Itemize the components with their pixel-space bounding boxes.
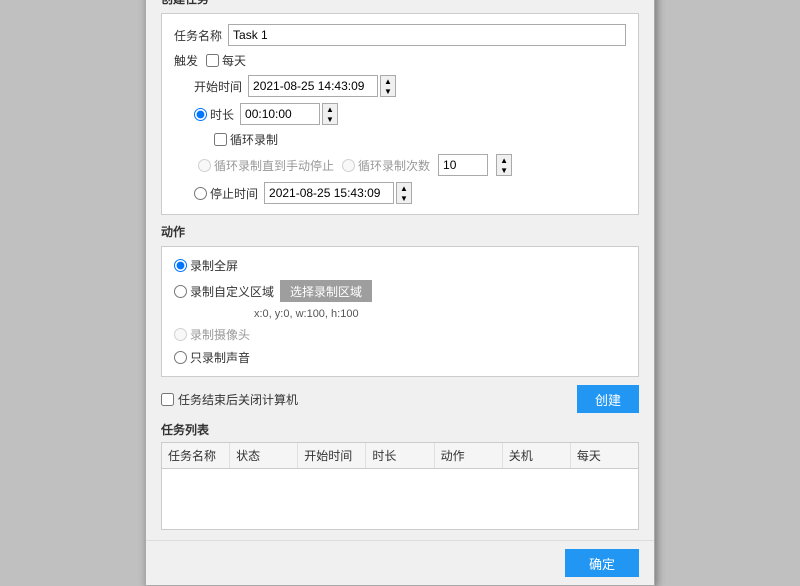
loop-until-stop-radio[interactable]	[198, 159, 211, 172]
table-body	[162, 469, 638, 529]
duration-wrap: ▲ ▼	[240, 103, 338, 125]
duration-radio[interactable]	[194, 108, 207, 121]
table-header: 任务名称 状态 开始时间 时长 动作 关机 每天	[162, 443, 638, 469]
coords-text: x:0, y:0, w:100, h:100	[254, 308, 359, 320]
record-custom-radio[interactable]	[174, 285, 187, 298]
record-audio-radio[interactable]	[174, 351, 187, 364]
record-fullscreen-text: 录制全屏	[190, 257, 238, 274]
loop-options-row: 循环录制直到手动停止 循环录制次数 ▲ ▼	[198, 154, 626, 176]
create-task-section-label: 创建任务	[161, 0, 639, 7]
action-panel: 录制全屏 录制自定义区域 选择录制区域 x:0, y:0, w:100, h:1…	[161, 246, 639, 377]
loop-count-spinner: ▲ ▼	[496, 154, 512, 176]
task-name-row: 任务名称	[174, 24, 626, 46]
start-time-down[interactable]: ▼	[381, 86, 395, 96]
bottom-row: 任务结束后关闭计算机 创建	[161, 385, 639, 413]
task-name-label: 任务名称	[174, 27, 222, 44]
stop-time-wrap: ▲ ▼	[264, 182, 412, 204]
duration-down[interactable]: ▼	[323, 114, 337, 124]
loop-text: 循环录制	[230, 131, 278, 148]
record-audio-text: 只录制声音	[190, 349, 250, 366]
col-action: 动作	[435, 443, 503, 468]
start-time-up[interactable]: ▲	[381, 76, 395, 86]
loop-check-row: 循环录制	[214, 131, 626, 148]
duration-radio-label[interactable]: 时长	[194, 106, 234, 123]
col-status: 状态	[230, 443, 298, 468]
loop-count-radio[interactable]	[342, 159, 355, 172]
col-shutdown: 关机	[503, 443, 571, 468]
record-audio-radio-label[interactable]: 只录制声音	[174, 349, 250, 366]
stop-time-label: 停止时间	[210, 185, 258, 202]
start-time-input[interactable]	[248, 75, 378, 97]
stop-time-radio[interactable]	[194, 187, 207, 200]
stop-time-row: 停止时间 ▲ ▼	[194, 182, 626, 204]
record-custom-text: 录制自定义区域	[190, 283, 274, 300]
loop-count-text: 循环录制次数	[358, 157, 430, 174]
create-task-panel: 任务名称 触发 每天 开始时间 ▲ ▼	[161, 13, 639, 215]
record-camera-text: 录制摄像头	[190, 326, 250, 343]
loop-count-input[interactable]	[438, 154, 488, 176]
stop-time-radio-label[interactable]: 停止时间	[194, 185, 258, 202]
duration-up[interactable]: ▲	[323, 104, 337, 114]
col-everyday: 每天	[571, 443, 638, 468]
record-audio-row: 只录制声音	[174, 349, 626, 366]
start-time-spinner: ▲ ▼	[380, 75, 396, 97]
stop-time-up[interactable]: ▲	[397, 183, 411, 193]
col-task-name: 任务名称	[162, 443, 230, 468]
loop-until-stop-label[interactable]: 循环录制直到手动停止	[198, 157, 334, 174]
task-name-input[interactable]	[228, 24, 626, 46]
shutdown-text: 任务结束后关闭计算机	[178, 391, 298, 408]
loop-count-label[interactable]: 循环录制次数	[342, 157, 430, 174]
record-fullscreen-row: 录制全屏	[174, 257, 626, 274]
loop-until-stop-text: 循环录制直到手动停止	[214, 157, 334, 174]
select-area-button[interactable]: 选择录制区域	[280, 280, 372, 302]
stop-time-spinner: ▲ ▼	[396, 182, 412, 204]
every-day-check-label[interactable]: 每天	[206, 52, 246, 69]
stop-time-input[interactable]	[264, 182, 394, 204]
stop-time-down[interactable]: ▼	[397, 193, 411, 203]
ok-button[interactable]: 确定	[565, 549, 639, 577]
duration-spinner: ▲ ▼	[322, 103, 338, 125]
every-day-checkbox[interactable]	[206, 54, 219, 67]
duration-row: 时长 ▲ ▼	[194, 103, 626, 125]
every-day-text: 每天	[222, 52, 246, 69]
start-time-row: 开始时间 ▲ ▼	[194, 75, 626, 97]
coords-row: x:0, y:0, w:100, h:100	[174, 308, 626, 320]
create-button[interactable]: 创建	[577, 385, 639, 413]
loop-check-label[interactable]: 循环录制	[214, 131, 278, 148]
duration-label: 时长	[210, 106, 234, 123]
loop-count-up[interactable]: ▲	[497, 155, 511, 165]
action-section-label: 动作	[161, 223, 639, 240]
start-time-wrap: ▲ ▼	[248, 75, 396, 97]
shutdown-check-label[interactable]: 任务结束后关闭计算机	[161, 391, 298, 408]
col-duration: 时长	[366, 443, 434, 468]
task-list-section: 任务列表 任务名称 状态 开始时间 时长 动作 关机 每天	[161, 421, 639, 530]
loop-count-down[interactable]: ▼	[497, 165, 511, 175]
shutdown-checkbox[interactable]	[161, 393, 174, 406]
task-table: 任务名称 状态 开始时间 时长 动作 关机 每天	[161, 442, 639, 530]
record-camera-radio[interactable]	[174, 328, 187, 341]
trigger-label: 触发	[174, 52, 198, 69]
record-custom-radio-label[interactable]: 录制自定义区域	[174, 283, 274, 300]
record-fullscreen-radio-label[interactable]: 录制全屏	[174, 257, 238, 274]
record-camera-row: 录制摄像头	[174, 326, 626, 343]
loop-checkbox[interactable]	[214, 133, 227, 146]
dialog-body: 创建任务 任务名称 触发 每天 开始时间 ▲	[146, 0, 654, 540]
start-time-label: 开始时间	[194, 78, 242, 95]
record-custom-row: 录制自定义区域 选择录制区域	[174, 280, 626, 302]
duration-input[interactable]	[240, 103, 320, 125]
dialog-footer: 确定	[146, 540, 654, 585]
col-start-time: 开始时间	[298, 443, 366, 468]
record-fullscreen-radio[interactable]	[174, 259, 187, 272]
task-list-label: 任务列表	[161, 421, 639, 438]
trigger-row: 触发 每天	[174, 52, 626, 69]
record-camera-radio-label[interactable]: 录制摄像头	[174, 326, 250, 343]
main-dialog: Ai 计划任务 × 创建任务 任务名称 触发 每天	[145, 0, 655, 586]
